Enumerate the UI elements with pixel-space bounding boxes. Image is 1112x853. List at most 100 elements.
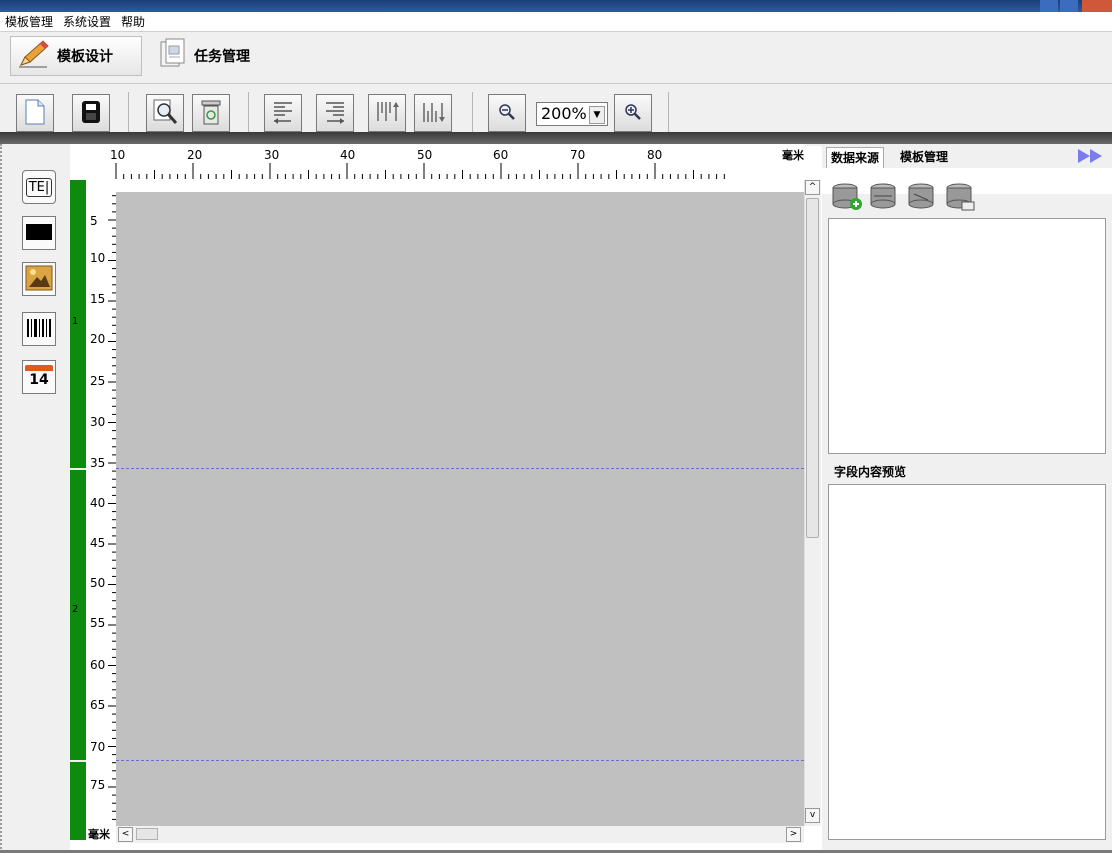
add-datasource-button[interactable]: [830, 182, 864, 215]
page-divider: [70, 468, 86, 470]
zoom-out-icon: [498, 103, 516, 124]
rectangle-tool-button[interactable]: [22, 216, 56, 250]
h-ruler-label-80: 80: [647, 148, 663, 162]
date-tool-button[interactable]: 14: [22, 360, 56, 394]
horizontal-ruler-ticks: [115, 163, 725, 179]
left-frame: [0, 144, 8, 853]
toolbar-separator: [472, 92, 473, 134]
align-left-button[interactable]: [264, 94, 302, 132]
save-icon: [80, 99, 102, 128]
v-ruler-label-55: 55: [90, 616, 106, 630]
scroll-left-button[interactable]: <: [118, 827, 133, 842]
align-bottom-icon: [420, 99, 446, 128]
close-button[interactable]: [1082, 0, 1112, 12]
v-ruler-label-10: 10: [90, 251, 106, 265]
design-canvas[interactable]: [116, 192, 804, 826]
toolbar-separator: [248, 92, 249, 134]
maximize-button[interactable]: [1060, 0, 1078, 12]
barcode-tool-button[interactable]: [22, 312, 56, 346]
document-icon: [158, 38, 188, 74]
zoom-select[interactable]: 200% ▼: [536, 102, 608, 126]
menu-system-settings[interactable]: 系统设置: [58, 12, 116, 32]
h-ruler-label-50: 50: [417, 148, 433, 162]
main-function-bar: 模板设计 任务管理: [0, 32, 1112, 84]
h-ruler-label-20: 20: [187, 148, 203, 162]
v-ruler-label-40: 40: [90, 496, 106, 510]
v-ruler-label-35: 35: [90, 456, 106, 470]
horizontal-ruler: 10 20 30 40 50 60 70 80 毫米: [70, 144, 805, 180]
tool-palette: TE| 14: [8, 144, 70, 853]
text-tool-button[interactable]: TE|: [22, 170, 56, 204]
new-file-icon: [23, 98, 47, 129]
align-right-icon: [323, 99, 347, 128]
field-preview-title: 字段内容预览: [828, 460, 1106, 484]
tab-template-management[interactable]: 模板管理: [896, 147, 952, 167]
minimize-button[interactable]: [1040, 0, 1058, 12]
v-ruler-unit: 毫米: [88, 828, 110, 841]
data-source-list[interactable]: [828, 218, 1106, 454]
page-number-2: 2: [72, 604, 79, 615]
image-tool-button[interactable]: [22, 262, 56, 296]
v-ruler-label-60: 60: [90, 658, 106, 672]
save-button[interactable]: [72, 94, 110, 132]
new-button[interactable]: [16, 94, 54, 132]
task-management-label: 任务管理: [194, 49, 250, 65]
template-design-tab[interactable]: 模板设计: [10, 36, 142, 76]
vertical-scrollbar[interactable]: ^ v: [804, 180, 821, 826]
right-panel: 数据来源 模板管理 字段内容预览: [822, 144, 1112, 853]
h-ruler-label-40: 40: [340, 148, 356, 162]
rectangle-icon: [26, 223, 52, 243]
print-preview-icon: [151, 98, 179, 129]
vertical-scroll-thumb[interactable]: [806, 198, 819, 538]
v-ruler-label-25: 25: [90, 374, 106, 388]
v-ruler-label-65: 65: [90, 698, 106, 712]
delete-button[interactable]: [192, 94, 230, 132]
horizontal-scroll-thumb[interactable]: [136, 828, 158, 840]
task-management-tab[interactable]: 任务管理: [152, 36, 284, 76]
align-top-button[interactable]: [368, 94, 406, 132]
v-ruler-label-45: 45: [90, 536, 106, 550]
scroll-right-button[interactable]: >: [786, 827, 801, 842]
menu-help[interactable]: 帮助: [116, 12, 150, 32]
toolbar-separator: [668, 92, 669, 134]
page-break-line: [116, 760, 804, 761]
double-chevron-right-icon[interactable]: [1076, 146, 1106, 169]
edit-datasource-button[interactable]: [868, 182, 902, 215]
horizontal-scrollbar[interactable]: < >: [116, 826, 804, 843]
delete-datasource-button[interactable]: [906, 182, 940, 215]
image-icon: [25, 265, 53, 294]
zoom-in-button[interactable]: [614, 94, 652, 132]
window-title-bar: [0, 0, 1112, 12]
zoom-out-button[interactable]: [488, 94, 526, 132]
text-tool-icon: TE|: [25, 177, 53, 197]
h-ruler-label-10: 10: [110, 148, 126, 162]
page-indicator-bar: 1 2: [70, 180, 86, 840]
refresh-datasource-button[interactable]: [944, 182, 978, 215]
align-left-icon: [271, 99, 295, 128]
align-right-button[interactable]: [316, 94, 354, 132]
h-ruler-label-60: 60: [493, 148, 509, 162]
zoom-in-icon: [624, 103, 642, 124]
delete-icon: [199, 98, 223, 129]
barcode-icon: [26, 317, 52, 342]
v-ruler-label-5: 5: [90, 214, 98, 228]
v-ruler-label-15: 15: [90, 292, 106, 306]
v-ruler-label-70: 70: [90, 740, 106, 754]
field-preview-area: [828, 484, 1106, 840]
page-number-1: 1: [72, 316, 79, 327]
v-ruler-label-30: 30: [90, 415, 106, 429]
toolbar-separator: [128, 92, 129, 134]
menu-template-management[interactable]: 模板管理: [0, 12, 58, 32]
align-bottom-button[interactable]: [414, 94, 452, 132]
tab-data-source[interactable]: 数据来源: [826, 147, 885, 168]
pencil-icon: [17, 39, 51, 73]
scroll-up-button[interactable]: ^: [805, 180, 820, 195]
page-divider: [70, 760, 86, 762]
chevron-down-icon[interactable]: ▼: [589, 106, 605, 124]
print-preview-button[interactable]: [146, 94, 184, 132]
scroll-down-button[interactable]: v: [805, 808, 820, 823]
h-ruler-unit: 毫米: [782, 149, 804, 162]
h-ruler-label-30: 30: [264, 148, 280, 162]
toolbar-bottom-border: [0, 132, 1112, 144]
calendar-day: 14: [29, 372, 49, 388]
